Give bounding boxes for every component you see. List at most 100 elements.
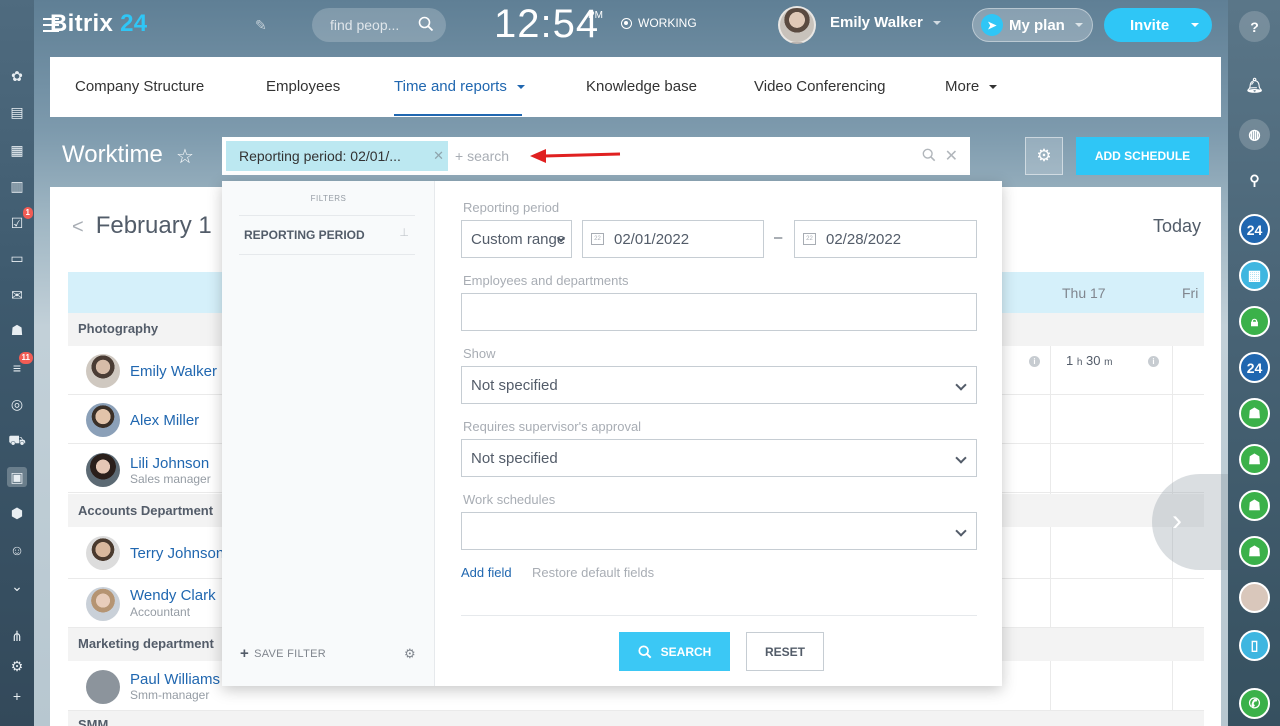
group-chat-icon[interactable]: ☗ xyxy=(1239,490,1270,521)
avatar[interactable] xyxy=(86,403,120,437)
b24-label-2: 24 xyxy=(1246,359,1263,376)
nav-company-structure[interactable]: Company Structure xyxy=(75,78,204,95)
gear-icon[interactable]: ⚙ xyxy=(404,646,416,662)
avatar[interactable] xyxy=(86,354,120,388)
settings-icon[interactable]: ⚙ xyxy=(7,656,27,676)
employee-name[interactable]: Terry Johnson xyxy=(130,545,224,562)
favorite-star-icon[interactable]: ☆ xyxy=(176,144,194,169)
period-type-select[interactable]: Custom range xyxy=(461,220,572,258)
feed-icon[interactable]: ▤ xyxy=(7,102,27,122)
add-field-link[interactable]: Add field xyxy=(461,565,512,580)
work-status-label: WORKING xyxy=(638,16,697,30)
clear-search-icon[interactable]: ✕ xyxy=(945,146,958,166)
remove-chip-icon[interactable]: ✕ xyxy=(433,148,444,164)
employee-role: Sales manager xyxy=(130,472,211,486)
employee-role: Accountant xyxy=(130,605,191,619)
employee-name[interactable]: Emily Walker xyxy=(130,363,217,380)
user-menu[interactable]: Emily Walker xyxy=(830,14,941,31)
reset-button[interactable]: RESET xyxy=(746,632,824,671)
phone-icon[interactable]: ✆ xyxy=(1239,688,1270,719)
filter-search-placeholder[interactable]: + search xyxy=(455,148,509,164)
search-button[interactable]: SEARCH xyxy=(619,632,730,671)
search-icon[interactable] xyxy=(922,148,936,162)
date-to-field[interactable]: 22 02/28/2022 xyxy=(794,220,977,258)
work-status[interactable]: WORKING xyxy=(621,16,697,30)
rocket-icon: ➤ xyxy=(981,14,1003,36)
search-panel-icon[interactable]: ⚲ xyxy=(1239,165,1270,196)
add-schedule-button[interactable]: ADD SCHEDULE xyxy=(1076,137,1209,175)
robot-icon[interactable]: ☺ xyxy=(7,540,27,560)
help-icon[interactable]: ? xyxy=(1239,11,1270,42)
settings-button[interactable]: ⚙ xyxy=(1025,137,1063,175)
documents-icon[interactable]: ▥ xyxy=(7,176,27,196)
bitrix24-channel-icon[interactable]: 24 xyxy=(1239,214,1270,245)
chevron-left-icon[interactable]: < xyxy=(72,216,84,238)
contact-card-icon[interactable]: ▣ xyxy=(7,467,27,487)
contact-avatar[interactable] xyxy=(1239,582,1270,613)
filter-presets-panel: FILTERS REPORTING PERIOD ⊥ + SAVE FILTER … xyxy=(222,181,435,686)
mail-icon[interactable]: ✉ xyxy=(7,285,27,305)
search-button-label: SEARCH xyxy=(660,644,712,659)
nav-more[interactable]: More xyxy=(945,78,998,95)
employee-name[interactable]: Paul Williams xyxy=(130,671,220,688)
preset-reporting-period[interactable]: REPORTING PERIOD ⊥ xyxy=(239,215,415,255)
avatar[interactable] xyxy=(778,6,816,44)
date-from-field[interactable]: 22 02/01/2022 xyxy=(582,220,764,258)
chat-icon[interactable]: ◍ xyxy=(1239,119,1270,150)
add-icon[interactable]: + xyxy=(7,686,27,706)
group-chat-icon[interactable]: ☗ xyxy=(1239,536,1270,567)
global-search-input[interactable]: find peop... xyxy=(312,8,446,42)
nav-video-conferencing[interactable]: Video Conferencing xyxy=(754,78,885,95)
group-chat-icon[interactable]: ☗ xyxy=(1239,444,1270,475)
avatar[interactable] xyxy=(86,453,120,487)
avatar[interactable] xyxy=(86,670,120,704)
more-icon[interactable]: ⌄ xyxy=(7,576,27,596)
avatar[interactable] xyxy=(86,536,120,570)
nav-time-and-reports[interactable]: Time and reports xyxy=(394,78,525,95)
sitemap-icon[interactable]: ⋔ xyxy=(7,626,27,646)
today-button[interactable]: Today xyxy=(1153,216,1201,237)
lock-icon[interactable]: 🔒︎ xyxy=(1239,306,1270,337)
nav-employees[interactable]: Employees xyxy=(266,78,340,95)
invite-button[interactable]: Invite xyxy=(1104,8,1212,42)
edit-pencil-icon[interactable]: ✎ xyxy=(255,17,267,34)
mobile-icon[interactable]: ▯ xyxy=(1239,630,1270,661)
activity-icon[interactable]: ✿ xyxy=(7,66,27,86)
avatar[interactable] xyxy=(86,587,120,621)
nav-knowledge-base[interactable]: Knowledge base xyxy=(586,78,697,95)
month-navigator[interactable]: < February 1 xyxy=(72,212,212,240)
notifications-bell-icon[interactable]: 🔔︎ xyxy=(1239,70,1270,101)
group-chat-icon[interactable]: ☗ xyxy=(1239,398,1270,429)
search-icon[interactable] xyxy=(418,16,434,32)
save-filter-button[interactable]: + SAVE FILTER xyxy=(240,645,326,662)
employee-role: Smm-manager xyxy=(130,688,210,702)
pin-icon[interactable]: ⊥ xyxy=(399,226,409,239)
employee-name[interactable]: Wendy Clark xyxy=(130,587,216,604)
work-schedules-select[interactable] xyxy=(461,512,977,550)
employee-name[interactable]: Alex Miller xyxy=(130,412,199,429)
invite-label: Invite xyxy=(1130,16,1170,34)
bitrix24-icon[interactable]: 24 xyxy=(1239,352,1270,383)
groups-icon[interactable]: ☗ xyxy=(7,320,27,340)
cart-icon[interactable]: ⛟ xyxy=(7,430,27,450)
calendar-icon[interactable]: ▦ xyxy=(7,140,27,160)
worked-time[interactable]: 1 h 30 m xyxy=(1066,353,1112,368)
drive-icon[interactable]: ▭ xyxy=(7,248,27,268)
approval-select[interactable]: Not specified xyxy=(461,439,977,477)
employee-name[interactable]: Lili Johnson xyxy=(130,455,209,472)
hours-unit: h xyxy=(1076,357,1083,368)
info-icon[interactable]: i xyxy=(1148,356,1159,367)
tasks-icon[interactable]: ☑ 1 xyxy=(7,207,33,233)
target-icon[interactable]: ◎ xyxy=(7,394,27,414)
info-icon[interactable]: i xyxy=(1029,356,1040,367)
employees-departments-input[interactable] xyxy=(461,293,977,331)
date-to-value: 02/28/2022 xyxy=(826,231,902,248)
my-plan-button[interactable]: ➤ My plan xyxy=(972,8,1093,42)
logo[interactable]: Bitrix 24 xyxy=(50,10,147,38)
box-icon[interactable]: ⬢ xyxy=(7,503,27,523)
filter-chip[interactable]: Reporting period: 02/01/... ✕ xyxy=(226,141,448,171)
filter-icon[interactable]: ≡ 11 xyxy=(7,352,33,378)
calendar-chat-icon[interactable]: ▦ xyxy=(1239,260,1270,291)
show-select[interactable]: Not specified xyxy=(461,366,977,404)
restore-default-fields-link[interactable]: Restore default fields xyxy=(532,565,654,580)
